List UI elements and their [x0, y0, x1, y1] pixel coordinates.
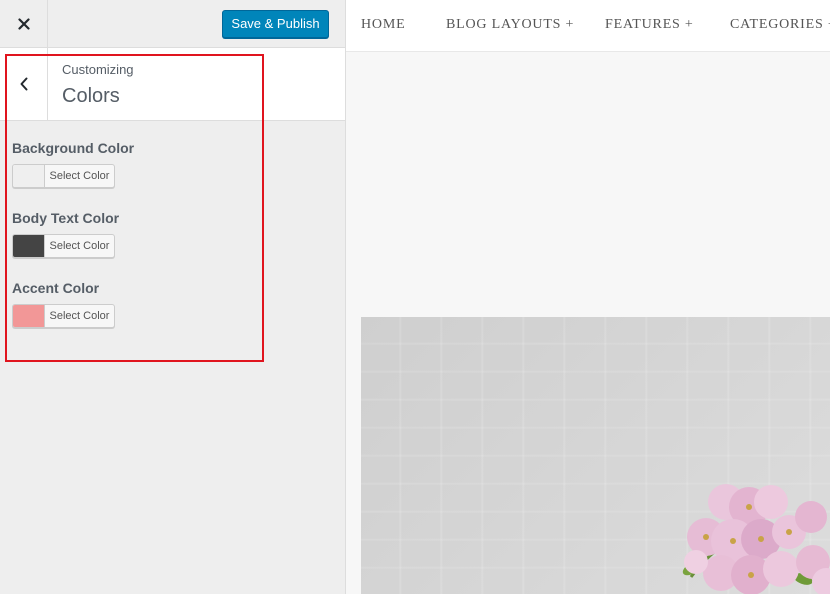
customizer-header: Save & Publish: [0, 0, 345, 48]
close-icon: [17, 17, 30, 30]
select-color-label: Select Color: [49, 310, 110, 322]
nav-item-home[interactable]: HOME: [361, 17, 405, 33]
section-header: Customizing Colors: [0, 48, 345, 121]
section-subtitle: Customizing: [62, 62, 134, 77]
site-navigation: HOME BLOG LAYOUTS + FEATURES + CATEGORIE…: [346, 0, 830, 52]
accent-color-picker[interactable]: Select Color: [12, 304, 115, 328]
close-customizer-button[interactable]: [0, 0, 48, 47]
customizer-sidebar: Save & Publish Customizing Colors Backgr…: [0, 0, 346, 594]
chevron-left-icon: [20, 77, 27, 91]
section-title: Colors: [62, 85, 120, 107]
color-swatch: [13, 305, 45, 327]
color-controls: Background Color Select Color Body Text …: [12, 140, 332, 350]
nav-item-categories[interactable]: CATEGORIES +: [730, 17, 830, 33]
background-color-control: Background Color Select Color: [12, 140, 332, 210]
accent-color-control: Accent Color Select Color: [12, 280, 332, 350]
color-swatch: [13, 165, 45, 187]
background-color-picker[interactable]: Select Color: [12, 164, 115, 188]
control-label: Accent Color: [12, 280, 100, 296]
nav-item-blog-layouts[interactable]: BLOG LAYOUTS +: [446, 17, 574, 33]
flower-illustration: [682, 484, 830, 594]
hero-image: [361, 317, 830, 594]
color-swatch: [13, 235, 45, 257]
select-color-label: Select Color: [49, 170, 110, 182]
nav-item-features[interactable]: FEATURES +: [605, 17, 694, 33]
select-color-label: Select Color: [49, 240, 110, 252]
site-preview: HOME BLOG LAYOUTS + FEATURES + CATEGORIE…: [346, 0, 830, 594]
save-publish-button[interactable]: Save & Publish: [222, 10, 329, 38]
body-text-color-control: Body Text Color Select Color: [12, 210, 332, 280]
body-text-color-picker[interactable]: Select Color: [12, 234, 115, 258]
control-label: Background Color: [12, 140, 135, 156]
back-button[interactable]: [0, 48, 48, 120]
control-label: Body Text Color: [12, 210, 120, 226]
